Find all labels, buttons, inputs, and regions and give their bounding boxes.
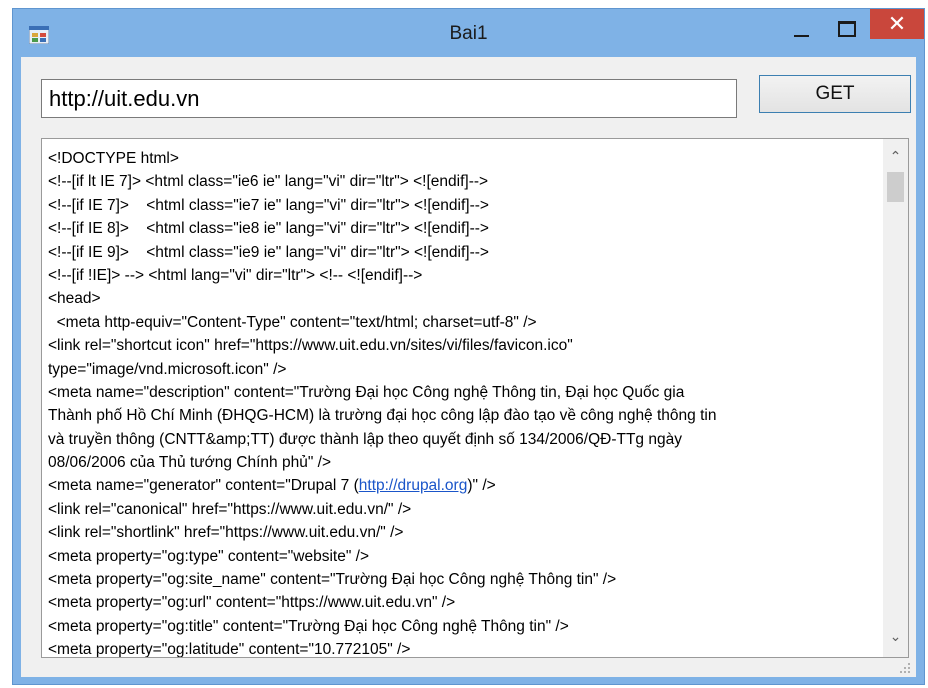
scroll-up-icon[interactable]: ⌃	[883, 144, 908, 168]
response-line: <!--[if !IE]> --> <html lang="vi" dir="l…	[48, 266, 423, 284]
response-line: và truyền thông (CNTT&amp;TT) được thành…	[48, 430, 682, 448]
vertical-scrollbar[interactable]: ⌃ ⌄	[883, 139, 908, 657]
title-bar[interactable]: Bai1 ✕	[13, 9, 924, 57]
drupal-link[interactable]: http://drupal.org	[359, 477, 468, 494]
response-line: <!DOCTYPE html>	[48, 150, 179, 167]
response-line: type="image/vnd.microsoft.icon" />	[48, 360, 287, 378]
response-line: <!--[if IE 7]> <html class="ie7 ie" lang…	[48, 196, 489, 214]
response-line: 08/06/2006 của Thủ tướng Chính phủ" />	[48, 454, 332, 472]
response-line: <meta property="og:title" content="Trườn…	[48, 617, 569, 635]
response-line: <head>	[48, 290, 101, 308]
response-line-generator: <meta name="generator" content="Drupal 7…	[48, 474, 880, 497]
response-text[interactable]: <!DOCTYPE html> <!--[if lt IE 7]> <html c…	[48, 147, 880, 658]
resize-grip-icon[interactable]	[898, 661, 912, 675]
scroll-thumb[interactable]	[887, 172, 904, 202]
close-icon: ✕	[887, 11, 907, 36]
url-input[interactable]	[41, 79, 737, 118]
response-textbox[interactable]: <!DOCTYPE html> <!--[if lt IE 7]> <html c…	[41, 138, 909, 658]
response-line: <!--[if lt IE 7]> <html class="ie6 ie" l…	[48, 173, 489, 191]
generator-suffix: )" />	[467, 477, 496, 495]
response-line: <meta property="og:type" content="websit…	[48, 547, 370, 565]
response-line: <meta property="og:url" content="https:/…	[48, 594, 456, 612]
get-button[interactable]: GET	[759, 75, 911, 113]
response-line: <link rel="shortlink" href="https://www.…	[48, 524, 404, 542]
app-window: Bai1 ✕ GET <!DOCTYPE html> <!--[if lt IE …	[12, 8, 925, 685]
response-line: <link rel="canonical" href="https://www.…	[48, 500, 412, 518]
response-line: <link rel="shortcut icon" href="https://…	[48, 337, 573, 355]
close-button[interactable]: ✕	[870, 9, 924, 39]
generator-prefix: <meta name="generator" content="Drupal 7…	[48, 477, 359, 495]
maximize-button[interactable]	[826, 15, 866, 47]
response-line: <meta property="og:site_name" content="T…	[48, 571, 617, 589]
response-line: <meta property="og:latitude" content="10…	[48, 641, 411, 658]
response-line: <!--[if IE 9]> <html class="ie9 ie" lang…	[48, 243, 489, 261]
response-line: <meta http-equiv="Content-Type" content=…	[48, 313, 537, 331]
client-area: GET <!DOCTYPE html> <!--[if lt IE 7]> <ht…	[21, 57, 916, 677]
response-line: Thành phố Hồ Chí Minh (ĐHQG-HCM) là trườ…	[48, 407, 717, 425]
response-line: <meta name="description" content="Trường…	[48, 383, 685, 401]
scroll-down-icon[interactable]: ⌄	[883, 624, 908, 648]
response-line: <!--[if IE 8]> <html class="ie8 ie" lang…	[48, 220, 489, 238]
minimize-button[interactable]	[781, 15, 821, 47]
